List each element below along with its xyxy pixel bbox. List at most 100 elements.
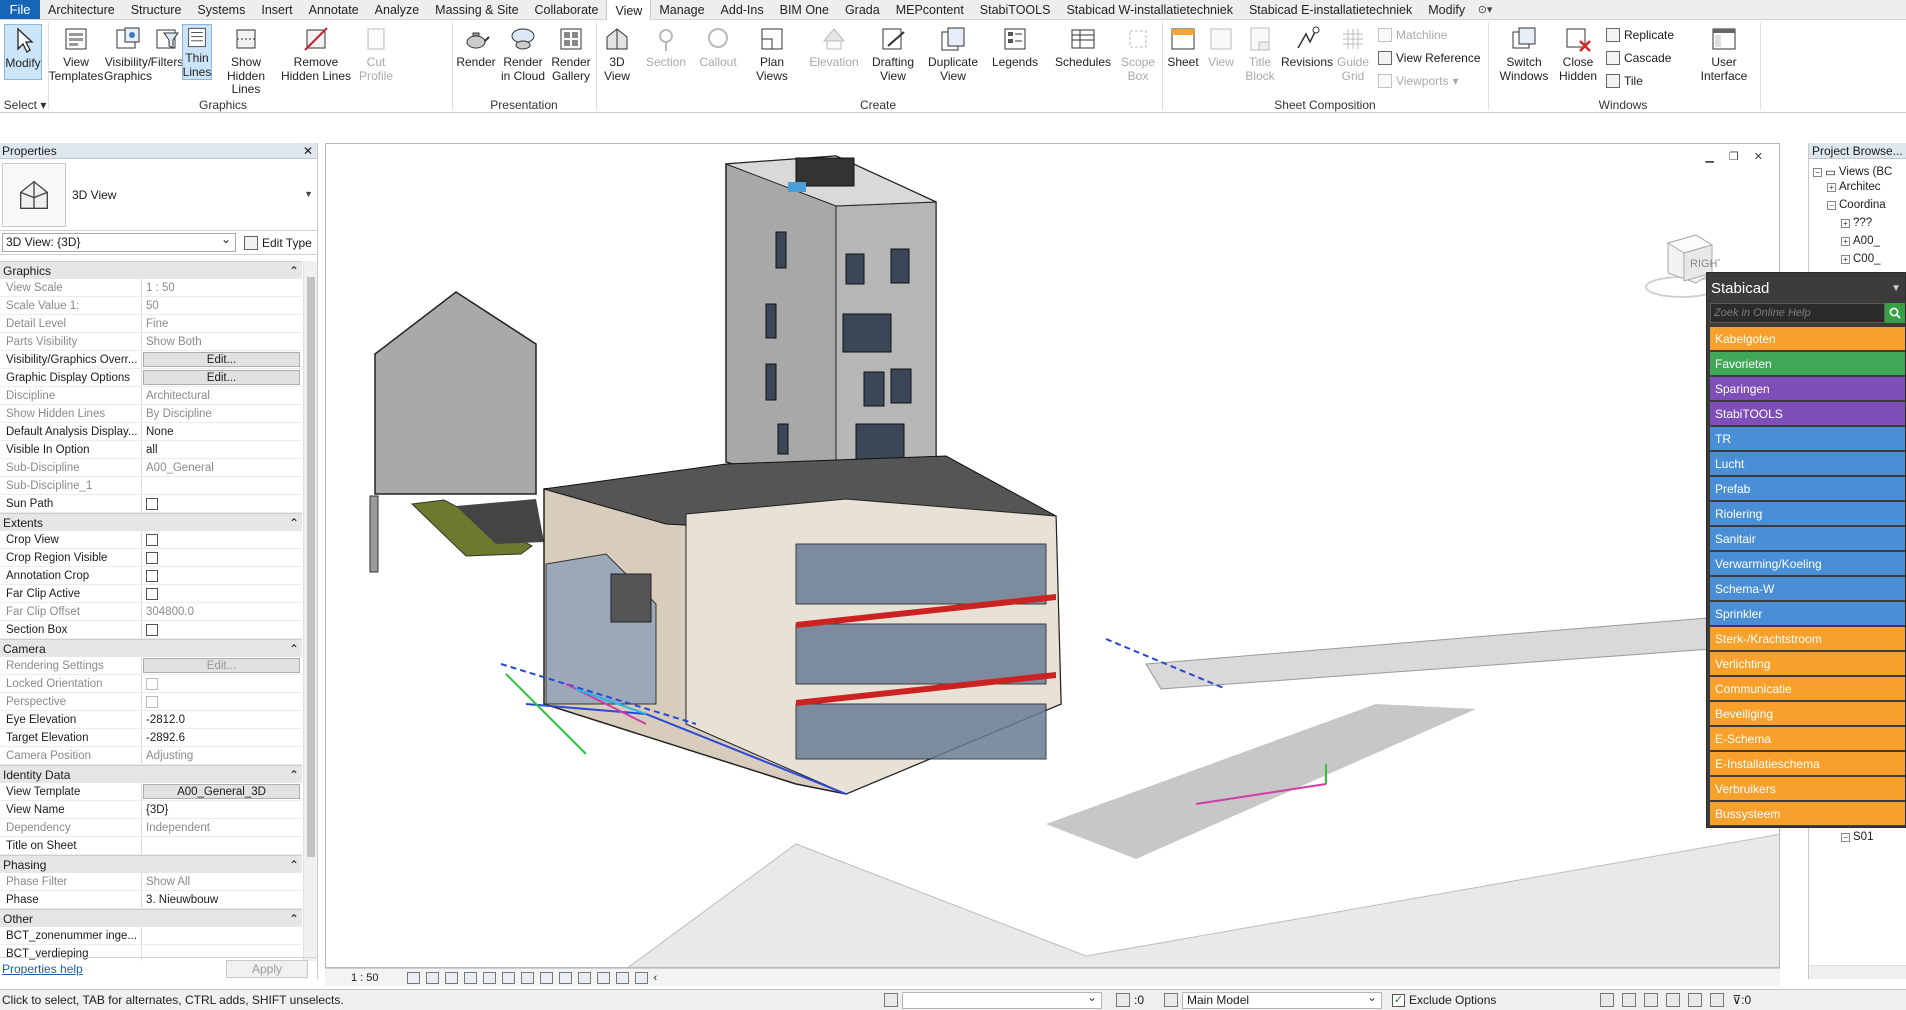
tab-bim-one[interactable]: BIM One <box>772 0 837 19</box>
property-value[interactable]: Edit... <box>142 369 302 386</box>
stabicad-item-riolering[interactable]: Riolering <box>1710 502 1905 525</box>
crop-region-icon[interactable] <box>520 971 534 984</box>
render-gallery-button[interactable]: Render Gallery <box>550 24 592 83</box>
stabicad-item-schema-w[interactable]: Schema-W <box>1710 577 1905 600</box>
select-pinned-icon[interactable] <box>1644 993 1659 1007</box>
show-hidden-lines-button[interactable]: Show Hidden Lines <box>218 24 274 97</box>
property-edit-button[interactable]: Edit... <box>143 370 300 385</box>
group-header-other[interactable]: Other ⌃ <box>0 909 302 927</box>
matchline-button[interactable]: Matchline <box>1378 28 1447 42</box>
callout-button[interactable]: Callout <box>696 24 740 70</box>
collapse-icon[interactable]: ⌃ <box>289 516 299 530</box>
properties-scrollbar[interactable] <box>303 261 317 961</box>
tab-insert[interactable]: Insert <box>253 0 300 19</box>
stabicad-item-tr[interactable]: TR <box>1710 427 1905 450</box>
stabicad-item-sanitair[interactable]: Sanitair <box>1710 527 1905 550</box>
property-edit-button[interactable]: Edit... <box>143 352 300 367</box>
tree-node-c00[interactable]: + C00_ <box>1841 253 1881 265</box>
stabicad-item-sterk-krachtstroom[interactable]: Sterk-/Krachtstroom <box>1710 627 1905 650</box>
workset-dropdown[interactable] <box>902 990 1102 1009</box>
building-3d-model[interactable] <box>326 144 1780 968</box>
design-options-icon[interactable] <box>1164 993 1179 1007</box>
property-checkbox[interactable] <box>146 497 158 510</box>
select-links-icon[interactable] <box>1600 993 1615 1007</box>
stabicad-item-verbruikers[interactable]: Verbruikers <box>1710 777 1905 800</box>
tab-systems[interactable]: Systems <box>189 0 253 19</box>
schedules-button[interactable]: Schedules <box>1052 24 1114 70</box>
collapse-icon[interactable]: ⌃ <box>289 264 299 278</box>
collapse-icon[interactable]: ⌃ <box>289 642 299 656</box>
quick-access-dropdown-icon[interactable]: ⊙▾ <box>1473 0 1497 19</box>
tab-analyze[interactable]: Analyze <box>367 0 427 19</box>
sun-path-icon[interactable] <box>444 971 458 984</box>
tree-node-coordina[interactable]: − Coordina <box>1827 199 1886 211</box>
property-checkbox[interactable] <box>146 551 158 564</box>
property-edit-button[interactable]: A00_General_3D <box>143 784 300 799</box>
worksharing-icon[interactable] <box>596 971 610 984</box>
browser-horizontal-scrollbar[interactable] <box>1809 965 1906 979</box>
remove-hidden-lines-button[interactable]: Remove Hidden Lines <box>280 24 352 83</box>
property-value[interactable] <box>142 585 302 602</box>
shadows-icon[interactable] <box>463 971 477 984</box>
collapse-icon[interactable]: ⌃ <box>289 768 299 782</box>
tree-node-views[interactable]: − ▭ Views (BC <box>1813 165 1892 179</box>
rendering-icon[interactable] <box>482 971 496 984</box>
property-value[interactable] <box>142 531 302 548</box>
drawing-area[interactable]: ▁ ❐ ✕ <box>325 143 1780 968</box>
edit-type-button[interactable]: Edit Type <box>244 235 312 250</box>
tree-node-architec[interactable]: + Architec <box>1827 181 1881 193</box>
expand-icon[interactable]: + <box>1841 236 1850 246</box>
view-reference-button[interactable]: View Reference <box>1378 51 1481 65</box>
tree-node-unknown[interactable]: +??? <box>1841 217 1872 229</box>
tab-collaborate[interactable]: Collaborate <box>527 0 607 19</box>
analytical-model-icon[interactable] <box>615 971 629 984</box>
constraints-icon[interactable] <box>634 971 648 984</box>
property-value[interactable]: -2892.6 <box>142 729 302 746</box>
tab-architecture[interactable]: Architecture <box>40 0 123 19</box>
stabicad-item-favorieten[interactable]: Favorieten <box>1710 352 1905 375</box>
duplicate-view-button[interactable]: Duplicate View <box>924 24 982 83</box>
guide-grid-button[interactable]: Guide Grid <box>1336 24 1370 83</box>
property-value[interactable]: {3D} <box>142 801 302 818</box>
expand-icon[interactable]: + <box>1827 182 1836 192</box>
group-header-camera[interactable]: Camera ⌃ <box>0 639 302 657</box>
view-scale[interactable]: 1 : 50 <box>351 972 379 984</box>
editable-only-icon[interactable] <box>1116 993 1130 1007</box>
scrollbar-thumb[interactable] <box>307 277 315 857</box>
thin-lines-button[interactable]: Thin Lines <box>182 24 212 80</box>
user-interface-button[interactable]: User Interface <box>1698 24 1750 83</box>
view-button[interactable]: View <box>1204 24 1238 70</box>
legends-button[interactable]: Legends <box>990 24 1040 70</box>
stabicad-item-e-installatieschema[interactable]: E-Installatieschema <box>1710 752 1905 775</box>
filter-icon[interactable]: ⊽ <box>1732 993 1741 1007</box>
tab-modify[interactable]: Modify <box>1420 0 1473 19</box>
tree-node-a00[interactable]: + A00_ <box>1841 235 1880 247</box>
tab-stabicad-w-installatietechniek[interactable]: Stabicad W-installatietechniek <box>1058 0 1241 19</box>
property-value[interactable] <box>142 495 302 512</box>
render-in-cloud-button[interactable]: Render in Cloud <box>500 24 546 83</box>
stabicad-item-stabitools[interactable]: StabiTOOLS <box>1710 402 1905 425</box>
elevation-button[interactable]: Elevation <box>804 24 864 70</box>
group-header-extents[interactable]: Extents ⌃ <box>0 513 302 531</box>
tab-stabitools[interactable]: StabiTOOLS <box>972 0 1059 19</box>
visual-style-icon[interactable] <box>425 971 439 984</box>
design-option-dropdown[interactable]: Main Model <box>1182 990 1383 1009</box>
property-value[interactable]: all <box>142 441 302 458</box>
stabicad-item-bussysteem[interactable]: Bussysteem <box>1710 802 1905 825</box>
property-value[interactable]: -2812.0 <box>142 711 302 728</box>
stabicad-item-prefab[interactable]: Prefab <box>1710 477 1905 500</box>
tab-manage[interactable]: Manage <box>651 0 712 19</box>
cut-profile-button[interactable]: Cut Profile <box>356 24 396 83</box>
property-value[interactable] <box>142 927 302 944</box>
crop-view-icon[interactable] <box>501 971 515 984</box>
instance-selector[interactable]: 3D View: {3D} <box>2 232 236 252</box>
collapse-icon[interactable]: − <box>1841 832 1850 842</box>
view-templates-button[interactable]: View Templates <box>49 24 103 83</box>
group-header-identity-data[interactable]: Identity Data ⌃ <box>0 765 302 783</box>
section-button[interactable]: Section <box>644 24 688 70</box>
select-by-face-icon[interactable] <box>1666 993 1681 1007</box>
stabicad-item-e-schema[interactable]: E-Schema <box>1710 727 1905 750</box>
tile-button[interactable]: Tile <box>1606 74 1643 88</box>
worksets-icon[interactable] <box>884 993 898 1007</box>
reveal-hidden-icon[interactable] <box>577 971 591 984</box>
